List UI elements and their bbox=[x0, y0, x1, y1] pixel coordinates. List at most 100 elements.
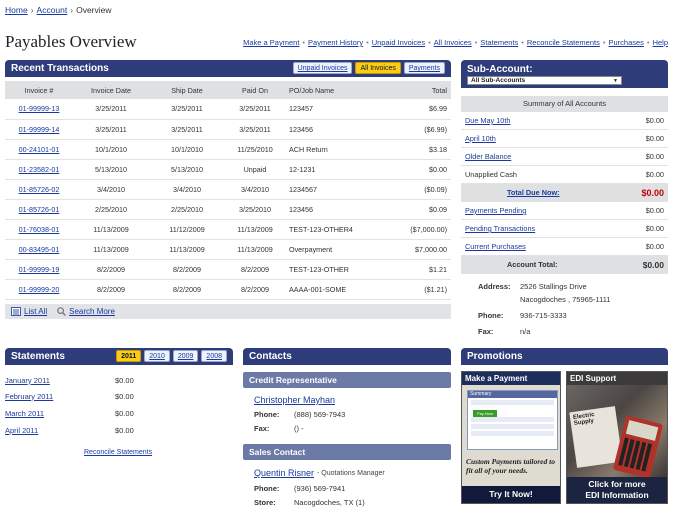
tab-payments[interactable]: Payments bbox=[403, 62, 445, 74]
statement-month-link[interactable]: March 2011 bbox=[5, 409, 115, 418]
invoice-number-link[interactable]: 01-99999-19 bbox=[19, 265, 60, 274]
summary-pending-transactions-link[interactable]: Pending Transactions bbox=[465, 224, 535, 233]
summary-due-may-link[interactable]: Due May 10th bbox=[465, 116, 510, 125]
edi-info-button[interactable]: Click for more EDI Information bbox=[567, 477, 667, 503]
ship-date-cell: 3/25/2011 bbox=[171, 124, 203, 134]
transactions-table: Invoice # Invoice Date Ship Date Paid On… bbox=[5, 81, 451, 300]
promo-make-payment-tagline: Custom Payments tailored to fit all of y… bbox=[466, 457, 555, 475]
total-cell: ($0.09) bbox=[424, 184, 447, 194]
paid-on-cell: 3/25/2010 bbox=[239, 204, 271, 214]
nav-unpaid-invoices[interactable]: Unpaid Invoices bbox=[372, 38, 425, 47]
reconcile-statements-link[interactable]: Reconcile Statements bbox=[84, 449, 152, 456]
breadcrumb-account[interactable]: Account bbox=[37, 5, 68, 15]
invoice-number-link[interactable]: 01-99999-20 bbox=[19, 285, 60, 294]
table-row: 00-24101-01 10/1/2010 10/1/2010 11/25/2010 A… bbox=[5, 139, 451, 160]
total-cell: $6.99 bbox=[429, 104, 447, 114]
tab-year-2011[interactable]: 2011 bbox=[116, 350, 142, 362]
promo-screenshot-image: Summary Pay Now bbox=[467, 390, 558, 450]
po-job-cell: 12-1231 bbox=[289, 164, 316, 174]
ship-date-cell: 11/13/2009 bbox=[169, 244, 205, 254]
edi-cta-line1: Click for more bbox=[588, 479, 646, 489]
nav-make-payment[interactable]: Make a Payment bbox=[243, 38, 299, 47]
sales-contact-store: Nacogdoches, TX (1) bbox=[294, 498, 365, 507]
address-line2: Nacogdoches , 75965-1111 bbox=[520, 295, 611, 304]
invoice-number-link[interactable]: 01-85726-02 bbox=[19, 185, 60, 194]
sales-contact-name-link[interactable]: Quentin Risner bbox=[254, 468, 314, 478]
address-row: Address: 2526 Stallings Drive bbox=[478, 282, 587, 291]
po-job-cell: TEST-123-OTHER4 bbox=[289, 224, 353, 234]
edi-photo-image: Electric Supply bbox=[567, 385, 667, 479]
breadcrumb-separator: › bbox=[70, 5, 74, 15]
tab-unpaid-invoices[interactable]: Unpaid Invoices bbox=[292, 62, 353, 74]
statement-month-link[interactable]: January 2011 bbox=[5, 376, 115, 385]
invoice-number-link[interactable]: 01-76038-01 bbox=[19, 225, 60, 234]
paid-on-cell: Unpaid bbox=[243, 164, 267, 174]
invoice-number-link[interactable]: 00-83495-01 bbox=[19, 245, 60, 254]
table-row: 01-99999-14 3/25/2011 3/25/2011 3/25/2011 12… bbox=[5, 119, 451, 140]
sales-contact-role: - Quotations Manager bbox=[317, 469, 385, 477]
nav-purchases[interactable]: Purchases bbox=[608, 38, 643, 47]
summary-title: Summary of All Accounts bbox=[461, 96, 668, 112]
table-row: 01-85726-02 3/4/2010 3/4/2010 3/4/2010 12345… bbox=[5, 179, 451, 200]
table-row: 01-85726-01 2/25/2010 2/25/2010 3/25/2010 12… bbox=[5, 199, 451, 220]
nav-payment-history[interactable]: Payment History bbox=[308, 38, 363, 47]
promo-make-payment[interactable]: Make a Payment Summary Pay Now Custom Pa… bbox=[461, 371, 561, 504]
statement-row: February 2011 $0.00 bbox=[5, 388, 233, 404]
try-it-now-button[interactable]: Try It Now! bbox=[462, 486, 560, 503]
credit-rep-name-link[interactable]: Christopher Mayhan bbox=[254, 395, 335, 405]
invoice-number-link[interactable]: 01-99999-14 bbox=[19, 125, 60, 134]
sub-account-header: Sub-Account: All Sub-Accounts ▼ bbox=[461, 60, 668, 88]
summary-older-balance-link[interactable]: Older Balance bbox=[465, 152, 511, 161]
address-line1: 2526 Stallings Drive bbox=[520, 282, 587, 291]
search-more-link[interactable]: Search More bbox=[57, 307, 115, 316]
summary-row: Current Purchases $0.00 bbox=[461, 238, 668, 256]
nav-reconcile-statements[interactable]: Reconcile Statements bbox=[527, 38, 600, 47]
phone-label: Phone: bbox=[254, 484, 280, 493]
sales-contact-name-row: Quentin Risner - Quotations Manager bbox=[254, 468, 385, 478]
statement-month-link[interactable]: April 2011 bbox=[5, 426, 115, 435]
paid-on-cell: 3/25/2011 bbox=[239, 104, 271, 114]
total-due-link[interactable]: Total Due Now: bbox=[507, 188, 560, 197]
summary-payments-pending-link[interactable]: Payments Pending bbox=[465, 206, 526, 215]
statements-title: Statements bbox=[11, 351, 65, 362]
tab-year-2008[interactable]: 2008 bbox=[201, 350, 227, 362]
top-navigation: Make a Payment • Payment History • Unpaid … bbox=[243, 38, 668, 47]
summary-april-link[interactable]: April 10th bbox=[465, 134, 496, 143]
statement-row: March 2011 $0.00 bbox=[5, 405, 233, 421]
invoice-number-link[interactable]: 01-85726-01 bbox=[19, 205, 60, 214]
table-row: 01-99999-13 3/25/2011 3/25/2011 3/25/2011 12… bbox=[5, 99, 451, 120]
credit-rep-fax: () - bbox=[294, 424, 304, 433]
ship-date-cell: 5/13/2010 bbox=[171, 164, 203, 174]
invoice-number-link[interactable]: 01-99999-13 bbox=[19, 104, 60, 113]
ship-date-cell: 2/25/2010 bbox=[171, 204, 203, 214]
statement-month-link[interactable]: February 2011 bbox=[5, 392, 115, 401]
phone-label: Phone: bbox=[478, 311, 504, 320]
account-total-value: $0.00 bbox=[642, 259, 664, 270]
col-po-job: PO/Job Name bbox=[285, 81, 391, 99]
sub-account-select[interactable]: All Sub-Accounts ▼ bbox=[467, 75, 622, 85]
table-row: 01-99999-19 8/2/2009 8/2/2009 8/2/2009 TEST-… bbox=[5, 259, 451, 280]
invoice-number-link[interactable]: 00-24101-01 bbox=[19, 145, 60, 154]
breadcrumb-home[interactable]: Home bbox=[5, 5, 28, 15]
nav-all-invoices[interactable]: All Invoices bbox=[434, 38, 472, 47]
nav-help[interactable]: Help bbox=[653, 38, 668, 47]
paid-on-cell: 8/2/2009 bbox=[241, 264, 269, 274]
po-job-cell: 123456 bbox=[289, 204, 313, 214]
search-more-label[interactable]: Search More bbox=[69, 307, 115, 316]
invoice-number-link[interactable]: 01-23582-01 bbox=[19, 165, 60, 174]
promo-make-payment-title: Make a Payment bbox=[462, 372, 560, 385]
list-all-link[interactable]: List All bbox=[11, 307, 47, 316]
tab-year-2010[interactable]: 2010 bbox=[144, 350, 170, 362]
tab-year-2009[interactable]: 2009 bbox=[172, 350, 199, 362]
invoice-date-cell: 3/4/2010 bbox=[97, 184, 125, 194]
po-job-cell: 123457 bbox=[289, 104, 313, 114]
summary-current-purchases-link[interactable]: Current Purchases bbox=[465, 242, 526, 251]
promo-edi-title: EDI Support bbox=[570, 374, 617, 383]
sales-contact-store-row: Store: Nacogdoches, TX (1) bbox=[254, 498, 365, 507]
list-all-label[interactable]: List All bbox=[24, 307, 47, 316]
promo-mini-header: Summary bbox=[468, 391, 557, 398]
tab-all-invoices[interactable]: All Invoices bbox=[355, 62, 401, 74]
ship-date-cell: 8/2/2009 bbox=[173, 264, 201, 274]
nav-statements[interactable]: Statements bbox=[480, 38, 518, 47]
promo-edi-support[interactable]: Electric Supply EDI Support Click for mo… bbox=[566, 371, 668, 504]
